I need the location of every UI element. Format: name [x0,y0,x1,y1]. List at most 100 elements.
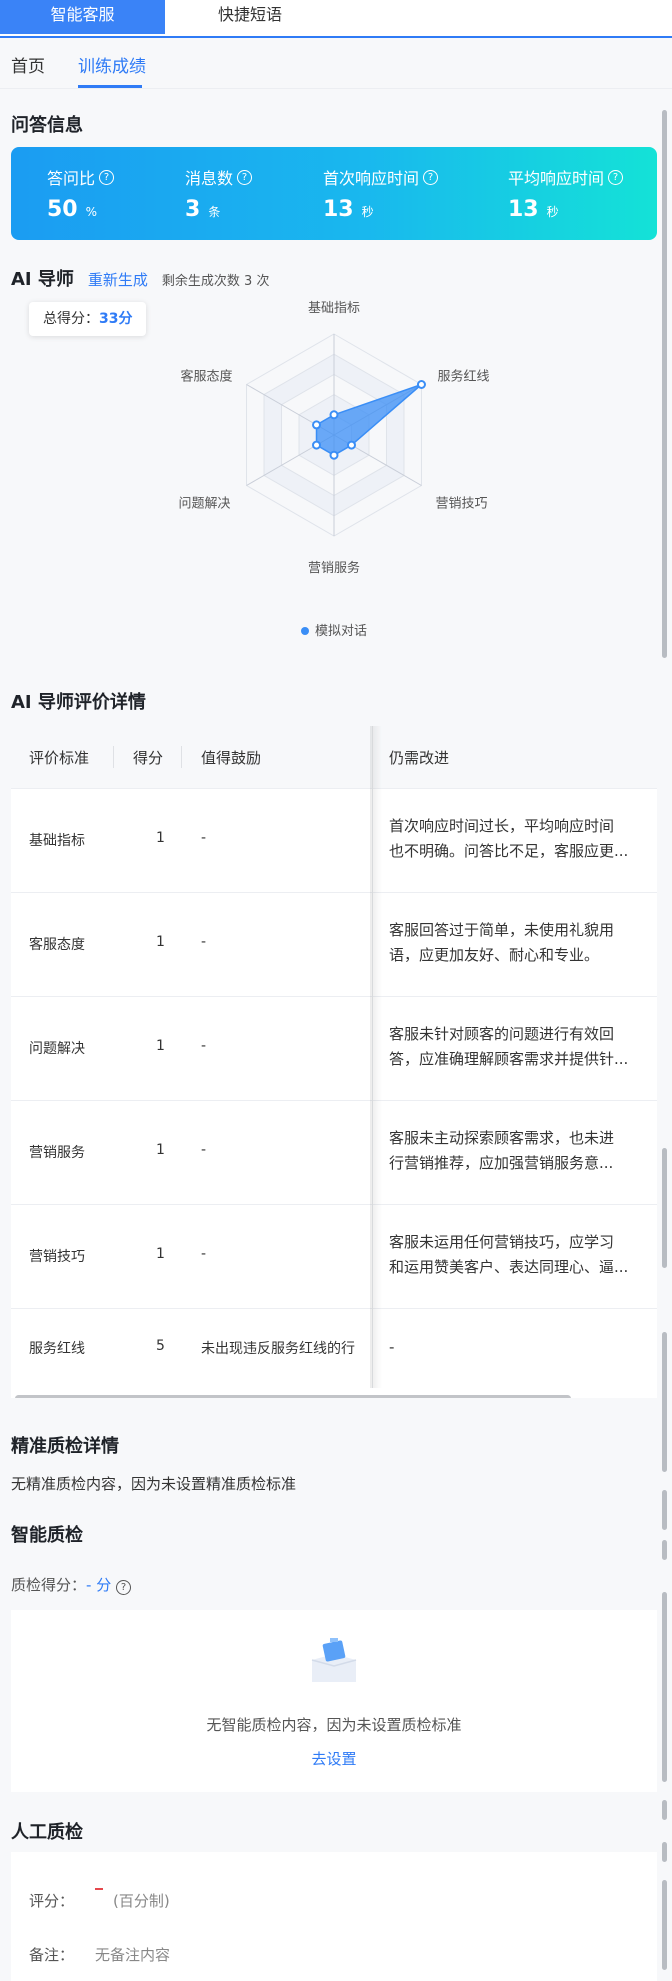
help-icon[interactable]: ? [115,1580,131,1595]
total-score-value: 33分 [99,311,133,327]
required-mark [95,1888,103,1890]
top-tab-bar: 智能客服 快捷短语 [0,0,672,38]
radar-axis-label: 客服态度 [181,369,233,385]
sub-tab-bar: 首页 训练成绩 [0,38,672,89]
radar-axis-label: 服务红线 [437,369,489,385]
stat-first-response: 首次响应时间? 13 秒 [323,165,439,222]
header-score: 得分 [133,749,164,767]
rating-label: 评分： [29,1892,75,1910]
vertical-scrollbar[interactable] [662,1332,667,1472]
smart-qc-title: 智能质检 [11,1525,83,1546]
radar-chart-card: 总得分：33分 基础指标服务红线营销技巧营销服务 问题解决 客服态度模拟对话 [11,290,657,660]
cell-encourage: - [201,1038,207,1054]
radar-data-point [312,420,322,430]
stat-label: 消息数 [185,169,234,188]
stat-label: 答问比 [47,169,96,188]
header-criteria: 评价标准 [29,749,90,767]
vertical-scrollbar[interactable] [662,1842,667,1862]
tab-quick-phrases[interactable]: 快捷短语 [165,0,335,34]
stat-value: 50 [47,197,78,222]
cell-score: 1 [156,1142,165,1158]
qa-stats-card: 答问比? 50% 消息数? 3条 首次响应时间? 13 秒 平均响应时间? 13 秒 [11,147,657,240]
stat-label: 首次响应时间 [323,169,420,188]
stat-unit: 条 [208,205,221,219]
fixed-column-shadow [370,726,382,1388]
radar-data-point [329,410,339,420]
vertical-scrollbar[interactable] [662,1592,667,1782]
regenerate-link[interactable]: 重新生成 [88,269,148,290]
vertical-scrollbar[interactable] [662,1880,667,1970]
cell-criteria: 服务红线 [29,1341,85,1357]
vertical-scrollbar[interactable] [662,1800,667,1820]
cell-encourage: - [201,830,207,846]
cell-score: 1 [156,1038,165,1054]
manual-qc-card: 评分： (百分制) 备注： 无备注内容 [11,1852,657,1981]
note-value: 无备注内容 [95,1946,171,1964]
stat-value: 3 [185,197,201,222]
stat-label: 平均响应时间 [508,169,605,188]
header-encourage: 值得鼓励 [201,749,262,767]
qc-score-value: - 分 [86,1576,112,1594]
stat-unit: 秒 [361,205,374,219]
help-icon[interactable]: ? [423,169,439,185]
note-label: 备注： [29,1946,75,1964]
active-tab-indicator [78,85,142,88]
table-horizontal-scrollbar[interactable] [15,1395,571,1398]
radar-data-point [346,440,356,450]
vertical-scrollbar[interactable] [662,1490,667,1530]
subtab-home[interactable]: 首页 [11,52,45,77]
empty-box-icon [311,1638,357,1682]
stat-answer-ratio: 答问比? 50% [47,165,115,222]
cell-score: 1 [156,1246,165,1262]
vertical-scrollbar[interactable] [662,1540,667,1560]
smart-qc-score: 质检得分：- 分 ? [11,1574,131,1595]
stat-value: 13 [508,197,539,222]
radar-axis-label: 营销服务 [308,560,360,576]
evaluation-table: 评价标准 得分 值得鼓励 仍需改进 基础指标 1 - 首次响应时间过长，平均响应… [11,726,657,1398]
help-icon[interactable]: ? [608,169,624,185]
legend-label: 模拟对话 [315,624,367,639]
subtab-training-results[interactable]: 训练成绩 [78,52,146,77]
go-settings-link[interactable]: 去设置 [11,1748,657,1769]
help-icon[interactable]: ? [237,169,253,185]
qa-info-title: 问答信息 [11,115,83,136]
radar-axis-label: 问题解决 [179,497,231,512]
rating-suffix: (百分制) [113,1892,170,1910]
total-score-label: 总得分： [43,311,99,327]
stat-unit: % [85,205,98,219]
cell-encourage: - [201,1246,207,1262]
help-icon[interactable]: ? [99,169,115,185]
cell-encourage: - [201,1142,207,1158]
radar-chart: 基础指标服务红线营销技巧营销服务 问题解决 客服态度模拟对话 [179,301,490,639]
manual-qc-title: 人工质检 [11,1822,83,1843]
precise-qc-text: 无精准质检内容，因为未设置精准质检标准 [11,1475,297,1493]
cell-criteria: 客服态度 [29,937,85,953]
qc-score-label: 质检得分： [11,1576,87,1594]
radar-data-point [312,440,322,450]
cell-criteria: 基础指标 [29,833,85,849]
improve-column-fixed [372,726,657,1388]
stat-unit: 秒 [546,205,559,219]
ai-mentor-header: AI 导师 重新生成 剩余生成次数 3 次 [11,265,270,290]
vertical-scrollbar[interactable] [662,1148,667,1268]
radar-axis-label: 基础指标 [308,301,360,316]
radar-axis-label: 营销技巧 [435,497,487,512]
cell-criteria: 营销技巧 [29,1249,85,1265]
cell-score: 1 [156,830,165,846]
legend-marker [301,627,309,635]
total-score-tooltip: 总得分：33分 [29,302,147,336]
tab-smart-service[interactable]: 智能客服 [0,0,165,34]
radar-data-point [416,380,426,389]
smart-qc-empty-text: 无智能质检内容，因为未设置质检标准 [206,1716,462,1734]
cell-encourage: 未出现违反服务红线的行 [201,1341,355,1357]
cell-encourage: - [201,934,207,950]
ai-mentor-title: AI 导师 [11,269,74,290]
stat-value: 13 [323,197,354,222]
radar-data-point [329,450,339,460]
remaining-count: 剩余生成次数 3 次 [161,274,270,289]
evaluation-title: AI 导师评价详情 [11,692,146,713]
cell-score: 1 [156,934,165,950]
cell-score: 5 [156,1338,165,1354]
vertical-scrollbar[interactable] [662,110,667,658]
cell-criteria: 营销服务 [29,1145,85,1161]
